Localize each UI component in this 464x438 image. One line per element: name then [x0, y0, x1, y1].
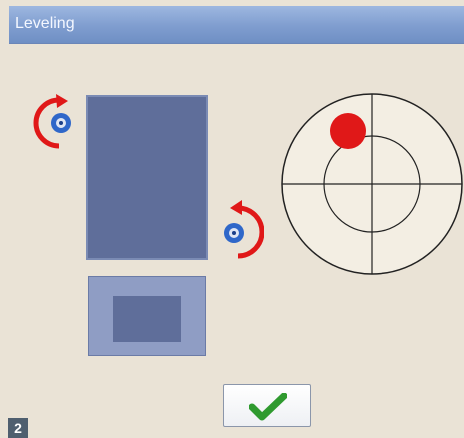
rotate-ccw-icon[interactable]	[32, 94, 76, 152]
checkmark-icon	[249, 393, 287, 421]
title-bar: Leveling	[9, 6, 464, 44]
level-bar	[86, 95, 208, 260]
photo-number-label: 2	[8, 418, 28, 438]
leveling-screen: Leveling 2	[0, 0, 464, 438]
platform-plate	[88, 276, 206, 356]
confirm-button[interactable]	[223, 384, 311, 427]
bubble-level-indicator	[281, 93, 464, 281]
window-title: Leveling	[15, 15, 75, 32]
platform-inner	[113, 296, 181, 342]
rotate-cw-icon[interactable]	[218, 200, 265, 262]
level-bubble	[330, 113, 366, 149]
